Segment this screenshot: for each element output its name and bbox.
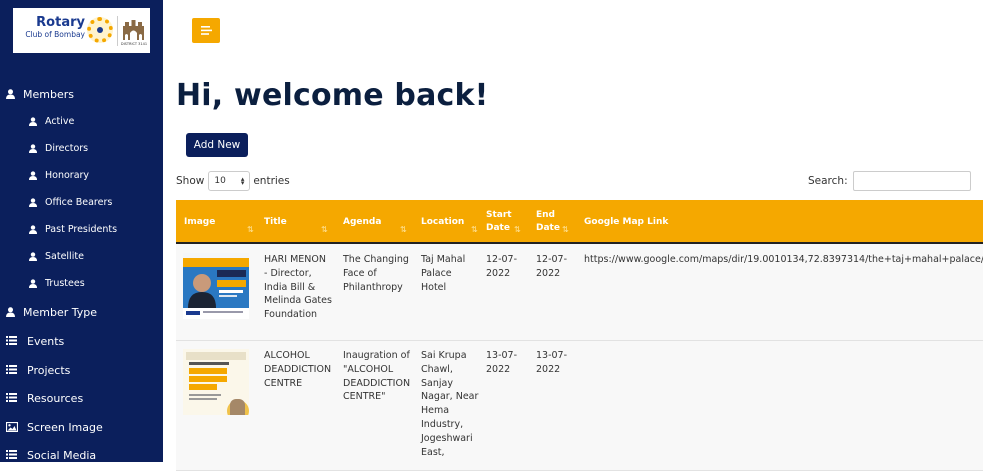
sort-icon: ⇅ <box>321 225 328 234</box>
sidebar-item-member-type[interactable]: Member Type <box>0 299 163 325</box>
sidebar-item-directors[interactable]: Directors <box>0 135 163 161</box>
sidebar-item-social-media[interactable]: Social Media <box>0 442 163 462</box>
logo-brand: Rotary <box>36 15 85 30</box>
page-title: Hi, welcome back! <box>176 78 489 113</box>
sidebar: Rotary Club of Bombay DISTRICT 3141 Memb… <box>0 0 163 462</box>
table-header: Image ⇅ Title ⇅ Agenda ⇅ Location ⇅ Star… <box>176 200 983 244</box>
sort-icon: ⇅ <box>247 225 254 234</box>
sort-icon: ⇅ <box>471 225 478 234</box>
column-header-end-date[interactable]: End Date ⇅ <box>536 200 569 244</box>
sidebar-item-honorary[interactable]: Honorary <box>0 162 163 188</box>
user-icon <box>6 307 15 317</box>
sort-icon: ⇅ <box>400 225 407 234</box>
user-icon <box>29 252 37 261</box>
rotary-wheel-icon <box>87 17 113 43</box>
column-header-location[interactable]: Location ⇅ <box>421 200 481 244</box>
chevron-updown-icon: ▴ ▾ <box>240 175 245 187</box>
table-row: HARI MENON - Director, India Bill & Meli… <box>176 244 983 341</box>
sidebar-item-resources[interactable]: Resources <box>0 385 163 411</box>
image-icon <box>6 422 18 432</box>
entries-label: entries <box>253 175 290 187</box>
logo-district: DISTRICT 3141 <box>120 42 148 46</box>
table-search: Search: <box>808 171 971 191</box>
user-icon <box>29 171 37 180</box>
sidebar-item-office-bearers[interactable]: Office Bearers <box>0 189 163 215</box>
user-icon <box>29 225 37 234</box>
sidebar-item-active[interactable]: Active <box>0 108 163 134</box>
event-poster-image[interactable] <box>183 349 249 415</box>
entries-length-control: Show 10 ▴ ▾ entries <box>176 171 290 191</box>
event-agenda: Inaugration of "ALCOHOL DEADDICTION CENT… <box>343 350 411 403</box>
column-header-start-date[interactable]: Start Date ⇅ <box>486 200 521 244</box>
column-header-map-link[interactable]: Google Map Link <box>584 200 784 244</box>
event-end-date: 13-07-2022 <box>536 350 568 375</box>
list-icon <box>6 393 17 402</box>
sidebar-item-events[interactable]: Events <box>0 328 163 354</box>
show-label: Show <box>176 175 205 187</box>
column-header-title[interactable]: Title ⇅ <box>264 200 334 244</box>
list-icon <box>6 365 17 374</box>
event-title: HARI MENON - Director, India Bill & Meli… <box>264 254 332 321</box>
sidebar-item-members[interactable]: Members <box>0 81 163 107</box>
entries-select[interactable]: 10 ▴ ▾ <box>208 171 251 191</box>
search-input[interactable] <box>852 171 971 191</box>
event-end-date: 12-07-2022 <box>536 254 568 279</box>
user-icon <box>29 198 37 207</box>
user-icon <box>6 89 15 99</box>
event-poster-image[interactable] <box>183 253 249 319</box>
column-header-agenda[interactable]: Agenda ⇅ <box>343 200 415 244</box>
event-agenda: The Changing Face of Philanthropy <box>343 254 409 293</box>
sidebar-item-projects[interactable]: Projects <box>0 357 163 383</box>
gateway-icon <box>123 20 144 40</box>
logo-club: Club of Bombay <box>25 30 85 39</box>
sidebar-toggle-button[interactable] <box>192 18 220 43</box>
search-label: Search: <box>808 175 848 187</box>
table-row: ALCOHOL DEADDICTION CENTRE Inaugration o… <box>176 341 983 471</box>
event-location: Taj Mahal Palace Hotel <box>421 254 466 293</box>
entries-select-value: 10 <box>214 176 226 186</box>
add-new-button[interactable]: Add New <box>186 133 248 157</box>
event-start-date: 12-07-2022 <box>486 254 518 279</box>
sidebar-item-past-presidents[interactable]: Past Presidents <box>0 216 163 242</box>
list-icon <box>6 336 17 345</box>
event-start-date: 13-07-2022 <box>486 350 518 375</box>
sort-icon: ⇅ <box>514 225 521 234</box>
sidebar-item-screen-image[interactable]: Screen Image <box>0 414 163 440</box>
sort-icon: ⇅ <box>562 225 569 234</box>
main-content: Hi, welcome back! Add New Show 10 ▴ ▾ ent… <box>163 0 983 471</box>
sidebar-item-trustees[interactable]: Trustees <box>0 270 163 296</box>
user-icon <box>29 279 37 288</box>
event-location: Sai Krupa Chawl, Sanjay Nagar, Near Hema… <box>421 350 479 458</box>
rotary-logo[interactable]: Rotary Club of Bombay DISTRICT 3141 <box>13 8 150 53</box>
menu-icon <box>200 26 212 35</box>
event-map-link[interactable]: https://www.google.com/maps/dir/19.00101… <box>584 253 983 267</box>
sidebar-item-satellite[interactable]: Satellite <box>0 243 163 269</box>
list-icon <box>6 450 17 459</box>
user-icon <box>29 117 37 126</box>
event-title: ALCOHOL DEADDICTION CENTRE <box>264 350 332 389</box>
column-header-image[interactable]: Image ⇅ <box>184 200 254 244</box>
logo-divider <box>117 16 118 46</box>
user-icon <box>29 144 37 153</box>
